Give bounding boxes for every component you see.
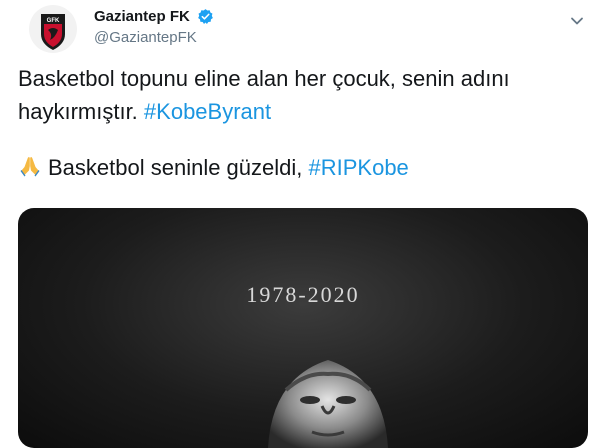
tweet-line-1: Basketbol topunu eline alan her çocuk, s… bbox=[18, 66, 510, 91]
tweet-line-2: haykırmıştır. #KobeByrant bbox=[18, 95, 578, 128]
memorial-years: 1978-2020 bbox=[246, 282, 360, 307]
club-logo: GFK bbox=[29, 5, 77, 53]
hashtag-ripkobe[interactable]: #RIPKobe bbox=[309, 155, 409, 180]
folded-hands-emoji bbox=[20, 157, 40, 177]
verified-badge-icon bbox=[198, 9, 214, 25]
account-names: Gaziantep FK @GaziantepFK bbox=[94, 8, 214, 46]
avatar[interactable]: GFK bbox=[28, 4, 78, 54]
tweet-line-3: Basketbol seninle güzeldi, #RIPKobe bbox=[18, 151, 578, 184]
display-name[interactable]: Gaziantep FK bbox=[94, 8, 190, 25]
tweet-header: GFK Gaziantep FK @GaziantepFK bbox=[18, 4, 598, 54]
account-handle[interactable]: @GaziantepFK bbox=[94, 29, 214, 46]
tweet-media-image[interactable]: 1978-2020 bbox=[18, 208, 588, 448]
hashtag-kobebyrant[interactable]: #KobeByrant bbox=[144, 99, 271, 124]
avatar-logo-text: GFK bbox=[47, 18, 60, 24]
tweet-text: Basketbol topunu eline alan her çocuk, s… bbox=[18, 62, 578, 184]
portrait-photo bbox=[268, 360, 388, 448]
tweet-line-2-text: haykırmıştır. bbox=[18, 99, 144, 124]
chevron-down-icon[interactable] bbox=[570, 14, 584, 28]
tweet-line-3-text: Basketbol seninle güzeldi, bbox=[48, 155, 309, 180]
